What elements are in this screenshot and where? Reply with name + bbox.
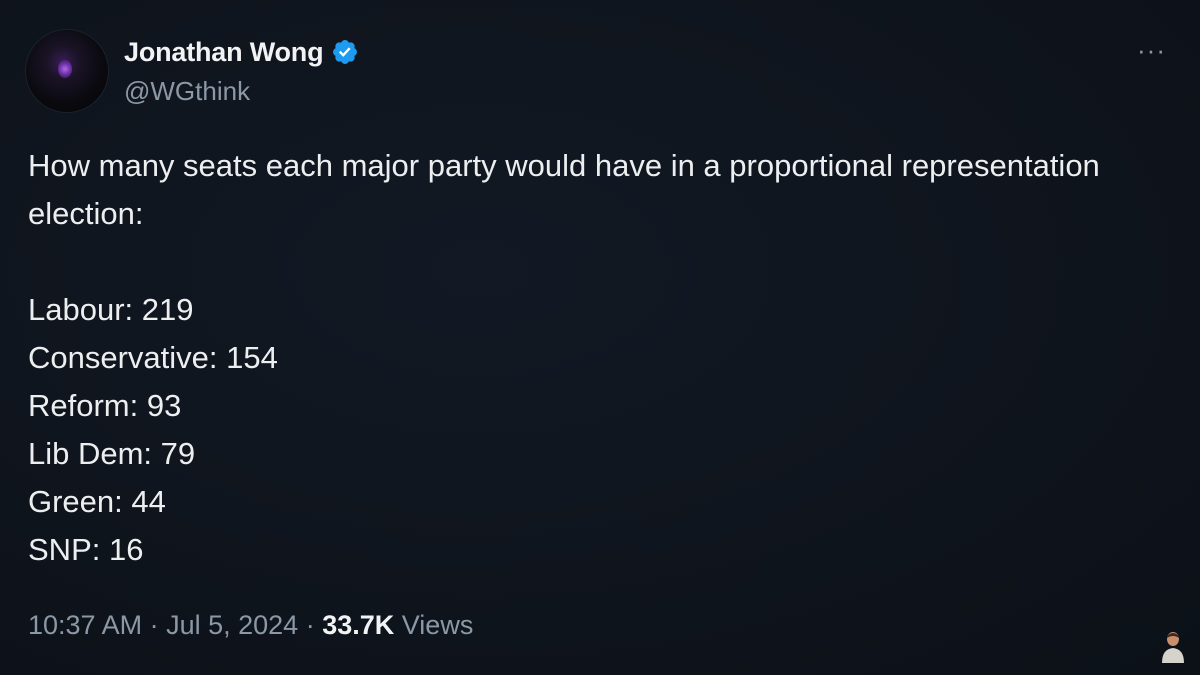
avatar[interactable] bbox=[26, 30, 108, 112]
verified-badge-icon bbox=[333, 40, 358, 64]
tweet-date[interactable]: Jul 5, 2024 bbox=[166, 610, 298, 640]
tweet-line-labour: Labour: 219 bbox=[28, 292, 194, 327]
tweet-line-lib-dem: Lib Dem: 79 bbox=[28, 436, 196, 471]
tweet-line-snp: SNP: 16 bbox=[28, 532, 144, 567]
avatar-glow bbox=[58, 60, 72, 78]
name-row: Jonathan Wong bbox=[124, 34, 359, 70]
views-label: Views bbox=[401, 610, 474, 640]
tweet-card: Jonathan Wong @WGthink ··· How many seat… bbox=[0, 0, 1200, 675]
meta-separator: · bbox=[305, 610, 323, 640]
tweet-text: How many seats each major party would ha… bbox=[28, 142, 1128, 574]
tweet-meta: 10:37 AM · Jul 5, 2024 · 33.7K Views bbox=[28, 610, 473, 641]
tweet-line-conservative: Conservative: 154 bbox=[28, 340, 278, 375]
views-count: 33.7K bbox=[322, 610, 402, 640]
tweet-time[interactable]: 10:37 AM bbox=[28, 610, 142, 640]
presenter-avatar-icon bbox=[1162, 632, 1184, 663]
tweet-intro: How many seats each major party would ha… bbox=[28, 148, 1100, 231]
author-handle[interactable]: @WGthink bbox=[124, 76, 359, 107]
author-name[interactable]: Jonathan Wong bbox=[124, 37, 324, 68]
meta-separator: · bbox=[149, 610, 167, 640]
more-options-ellipsis-icon[interactable]: ··· bbox=[1137, 37, 1166, 63]
tweet-header: Jonathan Wong @WGthink bbox=[26, 30, 359, 112]
tweet-line-reform: Reform: 93 bbox=[28, 388, 182, 423]
tweet-line-green: Green: 44 bbox=[28, 484, 166, 519]
author-info: Jonathan Wong @WGthink bbox=[124, 34, 359, 107]
